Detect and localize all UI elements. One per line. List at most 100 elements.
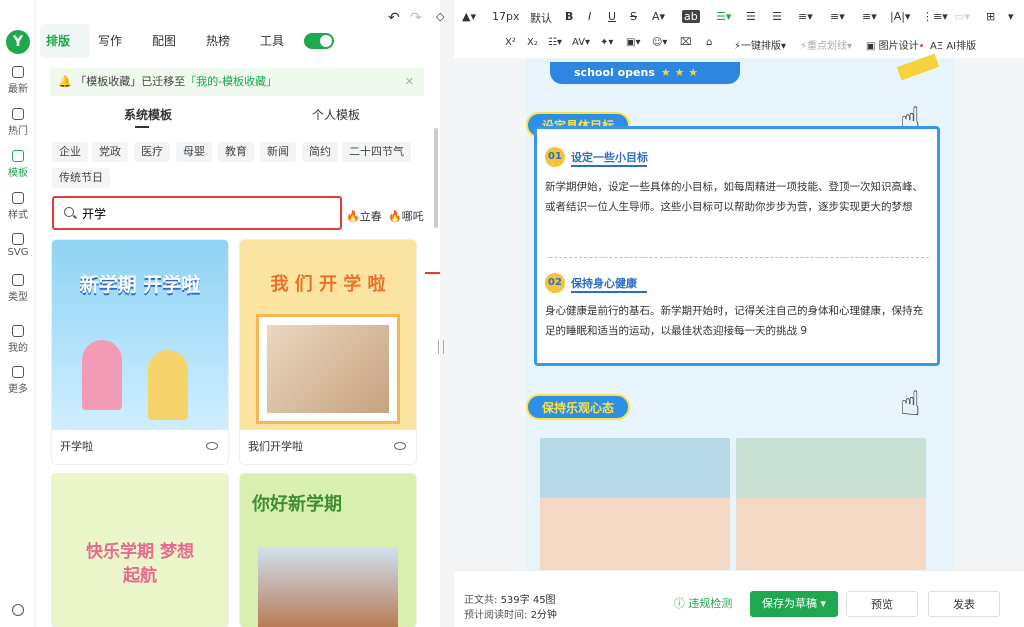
template-card[interactable]: 你好新学期 (240, 474, 416, 627)
subscript-icon[interactable]: X₂ (527, 37, 538, 48)
rail-item-latest[interactable]: 最新 (0, 66, 36, 95)
text-spacing-icon[interactable]: AV▾ (572, 37, 590, 48)
notice-link[interactable]: 「我的-模板收藏」 (185, 75, 277, 88)
type-icon (12, 274, 24, 286)
font-color-icon[interactable]: A▾ (652, 10, 665, 23)
clear-icon[interactable]: ▭▾ (954, 10, 970, 23)
template-card[interactable]: 新学期 开学啦 开学啦 (52, 240, 228, 464)
superscript-icon[interactable]: X² (505, 37, 516, 48)
rail-item-more[interactable]: 更多 (0, 366, 36, 395)
font-family-select[interactable]: 默认 (530, 10, 552, 26)
paragraph-spacing-icon[interactable]: ≡▾ (830, 10, 845, 23)
chevron-down-icon[interactable]: ▾ (820, 597, 826, 610)
violation-check-button[interactable]: ⓘ 违规检测 (666, 591, 740, 617)
resize-handle[interactable] (438, 340, 444, 354)
category-chip[interactable]: 教育 (218, 142, 254, 162)
mode-toggle[interactable] (304, 33, 334, 49)
rail-item-svg[interactable]: SVG (0, 233, 36, 258)
article-page[interactable]: school opens★ ★ ★ 设定具体目标 ☝ 01 设定一些小目标 新学… (526, 53, 954, 570)
tab-images[interactable]: 配图 (152, 24, 176, 58)
italic-icon[interactable]: I (588, 10, 591, 23)
tab-writing[interactable]: 写作 (98, 24, 122, 58)
html-icon[interactable]: ⌧ (680, 37, 692, 48)
save-draft-button[interactable]: 保存为草稿 ▾ (750, 591, 838, 617)
lightning-icon: ⚡ (734, 41, 742, 52)
template-card[interactable]: 我 们 开 学 啦 我们开学啦 (240, 240, 416, 464)
align-center-icon[interactable]: ☰ (746, 10, 756, 23)
school-opens-banner: school opens ★ ★ ★ (550, 62, 740, 84)
eye-icon[interactable] (206, 442, 218, 450)
template-thumbnail: 新学期 开学啦 (52, 240, 228, 430)
editor-footer: 正文共: 539字 45图 预计阅读时间: 2分钟 ⓘ 违规检测 保存为草稿 ▾… (454, 570, 1024, 627)
template-name: 我们开学啦 (240, 430, 416, 464)
tab-trending[interactable]: 热榜 (206, 24, 230, 58)
read-time: 预计阅读时间: 2分钟 (464, 610, 557, 621)
ruler-decoration (896, 53, 940, 81)
category-chip[interactable]: 传统节日 (52, 168, 110, 188)
image-design-button[interactable]: ▣ 图片设计• (866, 37, 925, 52)
strikethrough-icon[interactable]: S (630, 10, 637, 23)
ai-layout-button[interactable]: AΞ AI排版 (930, 37, 976, 52)
rail-item-type[interactable]: 类型 (0, 274, 36, 303)
format-painter-icon[interactable]: ▲▾ (462, 10, 476, 23)
panel-scrollbar[interactable] (434, 128, 438, 228)
table-icon[interactable]: ⊞ (986, 10, 995, 23)
category-chip[interactable]: 党政 (92, 142, 128, 162)
tab-system-templates[interactable]: 系统模板 (124, 106, 172, 126)
hot-tag[interactable]: 🔥立春 (346, 208, 382, 224)
rail-item-hot[interactable]: 热门 (0, 108, 36, 137)
template-search-box[interactable] (52, 196, 342, 230)
emoji-icon[interactable]: ☺▾ (652, 37, 667, 48)
rail-item-mine[interactable]: 我的 (0, 325, 36, 354)
preview-button[interactable]: 预览 (846, 591, 918, 617)
margin-icon[interactable]: ≡▾ (862, 10, 877, 23)
line-height-icon[interactable]: ≡▾ (798, 10, 813, 23)
letter-spacing-icon[interactable]: |A|▾ (890, 10, 910, 23)
title-underline (571, 165, 647, 167)
rail-item-style[interactable]: 样式 (0, 192, 36, 221)
magic-icon[interactable]: ✦▾ (600, 37, 613, 48)
category-chip[interactable]: 新闻 (260, 142, 296, 162)
clear-format-icon[interactable]: ◇ (436, 10, 444, 23)
photo-row (540, 438, 930, 570)
rail-item-support[interactable] (0, 604, 36, 618)
publish-button[interactable]: 发表 (928, 591, 1000, 617)
list-icon[interactable]: ⋮≡▾ (922, 10, 948, 23)
eye-icon[interactable] (394, 442, 406, 450)
redo-icon[interactable]: ↷ (410, 10, 422, 26)
rail-item-template[interactable]: 模板 (0, 150, 36, 179)
tab-tools[interactable]: 工具 (260, 24, 284, 58)
bold-icon[interactable]: B (565, 10, 573, 23)
gift-icon[interactable]: ⌂ (706, 37, 712, 48)
hot-tag[interactable]: 🔥哪吒 (388, 208, 424, 224)
text-case-icon[interactable]: ☷▾ (548, 37, 562, 48)
undo-icon[interactable]: ↶ (388, 10, 400, 26)
editor-app: Y 最新 热门 模板 样式 SVG 类型 我的 更多 排版 写作 配图 热榜 工… (0, 0, 1024, 627)
one-click-layout-button[interactable]: ⚡一键排版▾ (734, 37, 786, 52)
category-chip[interactable]: 企业 (52, 142, 88, 162)
close-icon[interactable]: ✕ (405, 68, 414, 96)
category-chip[interactable]: 二十四节气 (342, 142, 411, 162)
category-chip[interactable]: 医疗 (134, 142, 170, 162)
background-color-icon[interactable]: ab (682, 10, 700, 23)
category-chip[interactable]: 母婴 (176, 142, 212, 162)
tab-layout[interactable]: 排版 (40, 24, 90, 58)
align-left-icon[interactable]: ☰▾ (716, 10, 731, 23)
app-logo: Y (6, 30, 30, 54)
shield-icon: ⓘ (673, 597, 689, 610)
category-chip[interactable]: 简约 (302, 142, 338, 162)
bell-icon: 🔔 (58, 75, 76, 88)
fire-icon: 🔥 (388, 210, 402, 223)
highlight-line-button[interactable]: ⚡重点划线▾ (800, 37, 852, 52)
fire-icon: 🔥 (346, 210, 360, 223)
image-icon[interactable]: ▣▾ (626, 37, 640, 48)
indent-icon[interactable]: ☰ (772, 10, 782, 23)
search-input[interactable] (82, 204, 332, 222)
underline-icon[interactable]: U (608, 10, 616, 23)
template-card[interactable]: 快乐学期 梦想起航 (52, 474, 228, 627)
font-size-select[interactable]: 17px (492, 10, 520, 23)
content-box: 01 设定一些小目标 新学期伊始，设定一些具体的小目标，如每周精进一项技能、登顶… (534, 126, 940, 366)
tab-personal-templates[interactable]: 个人模板 (312, 106, 360, 126)
more-icon[interactable]: ▾ (1008, 10, 1014, 23)
item-title: 设定一些小目标 (571, 151, 648, 164)
